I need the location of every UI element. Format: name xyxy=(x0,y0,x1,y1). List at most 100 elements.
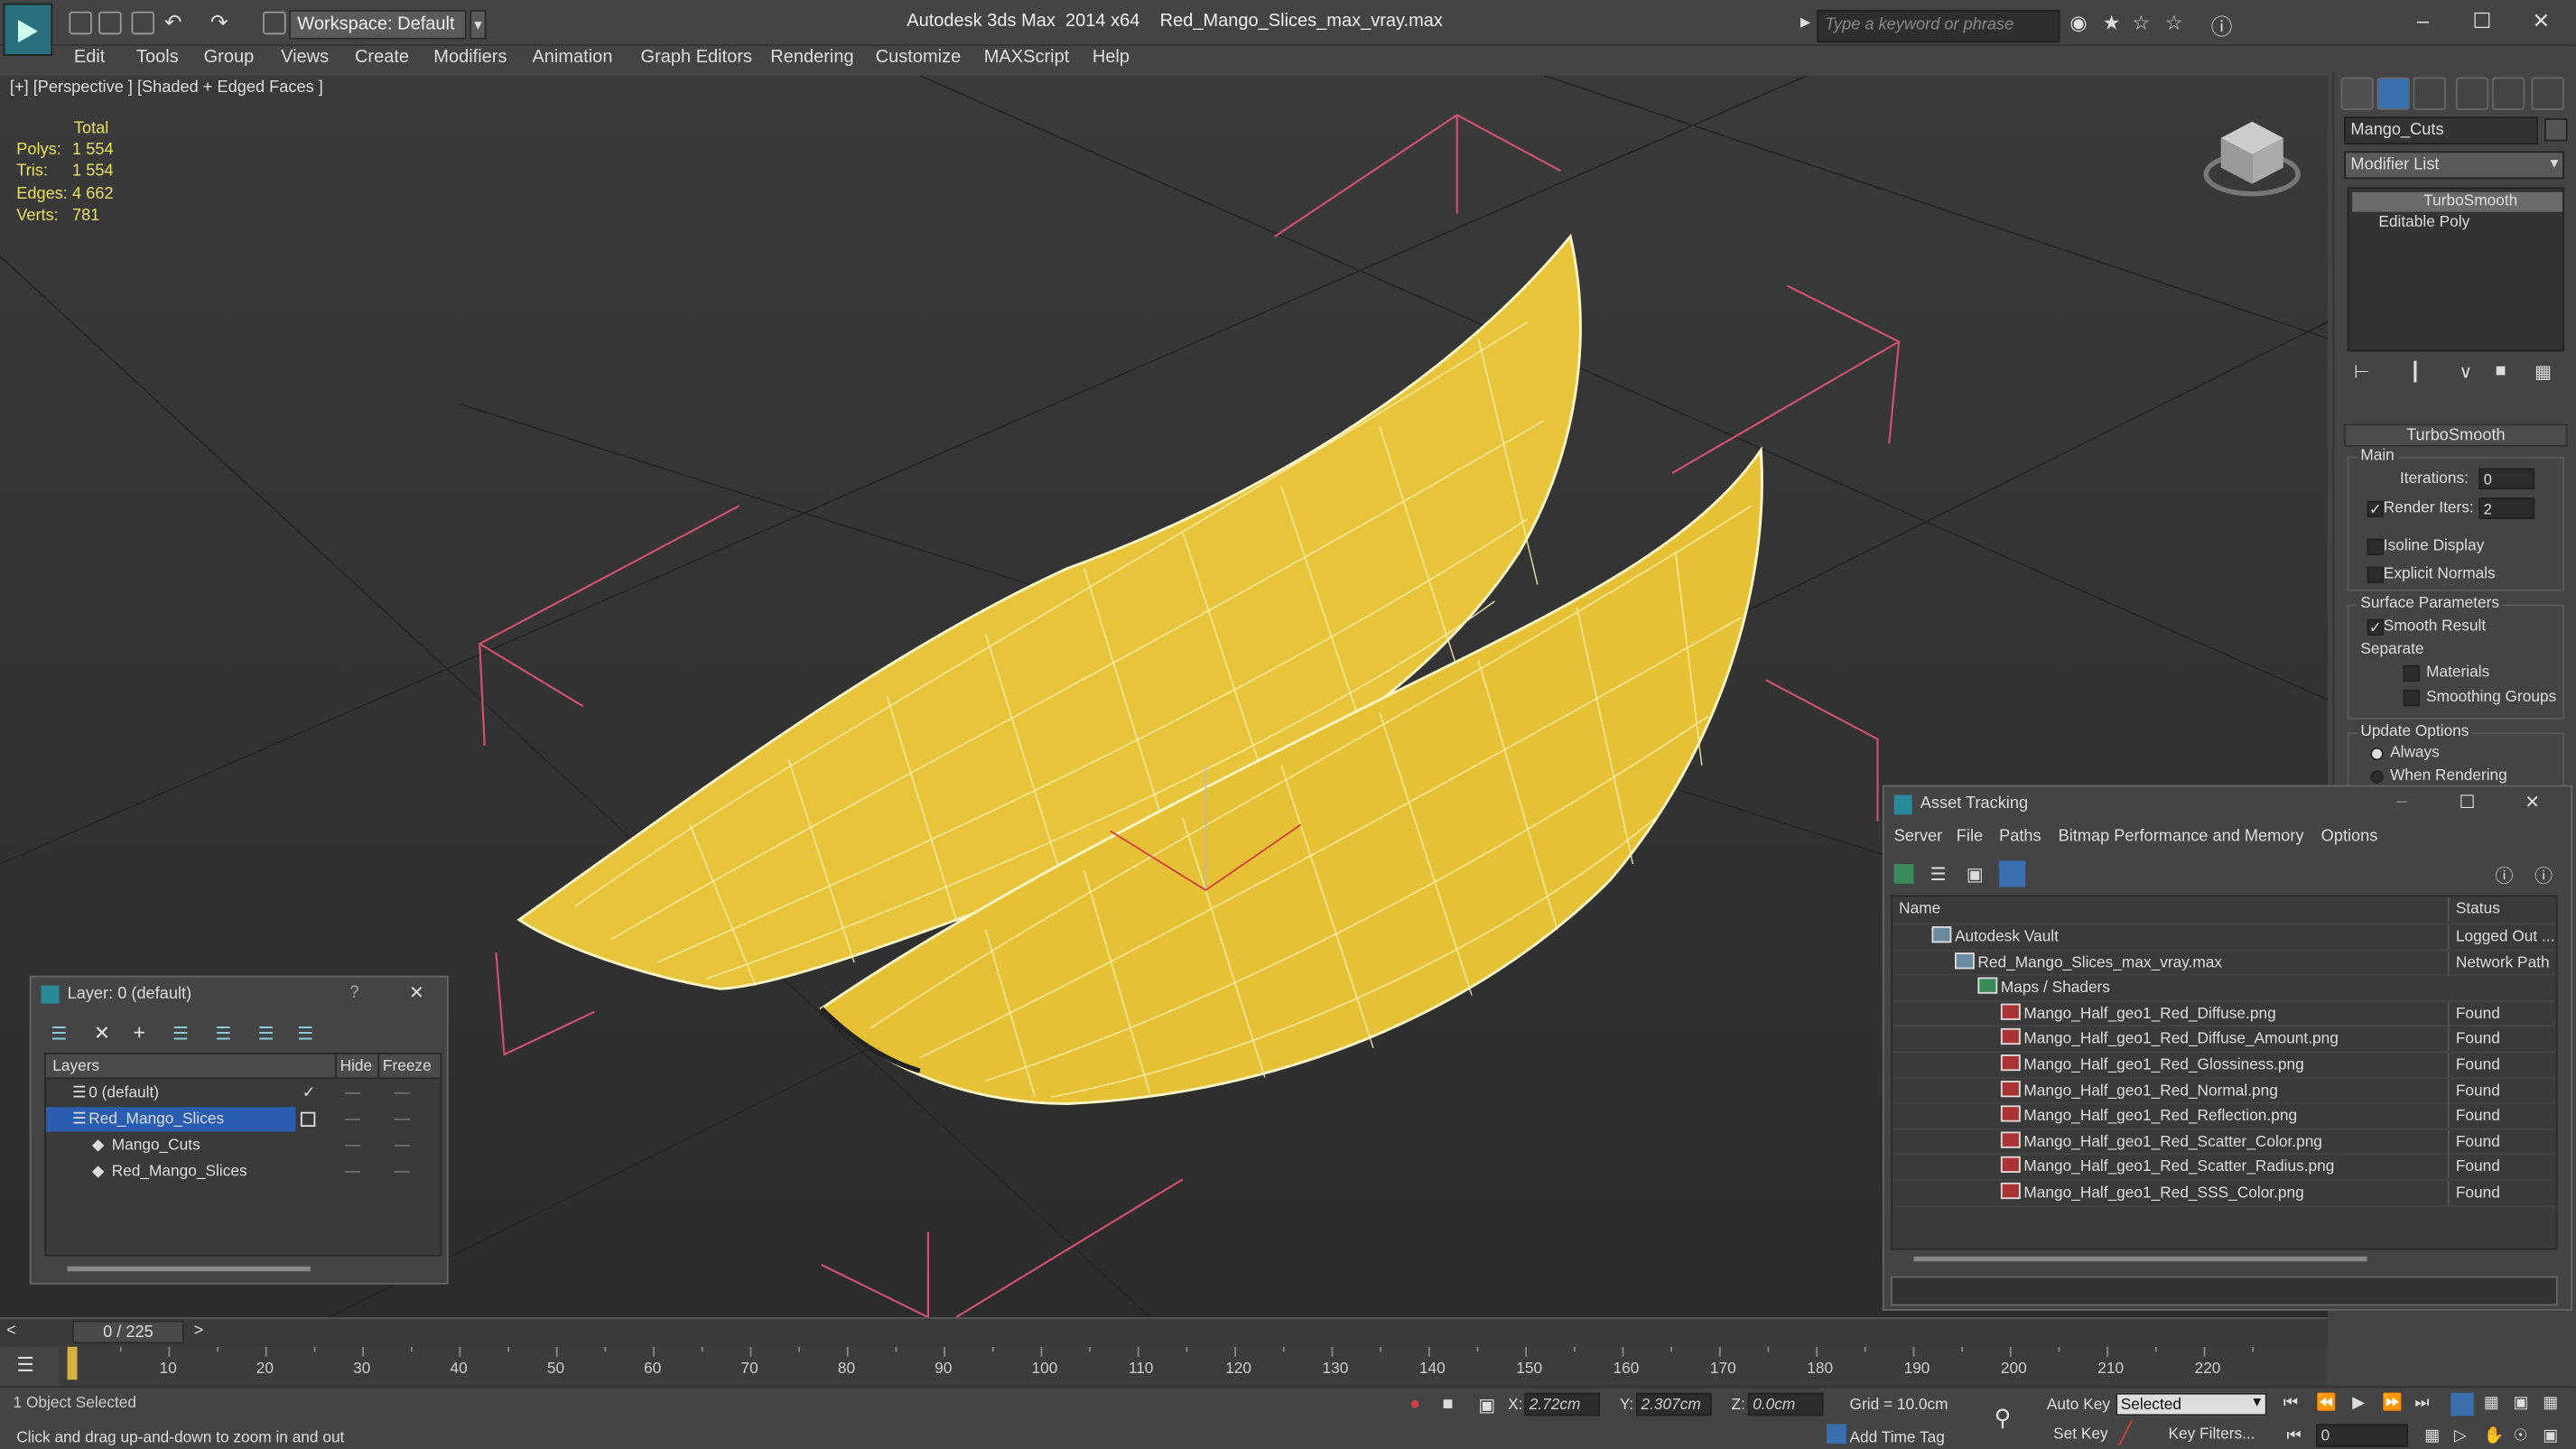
stack-item-turbosmooth[interactable]: TurboSmooth xyxy=(2352,191,2563,212)
search-input[interactable]: Type a keyword or phrase xyxy=(1817,9,2060,43)
remove-modifier-icon[interactable]: ■ xyxy=(2496,361,2506,381)
asset-row[interactable]: Red_Mango_Slices_max_vray.max Network Pat… xyxy=(1892,950,2556,977)
materials-checkbox[interactable] xyxy=(2403,664,2420,683)
menu-views[interactable]: Views xyxy=(281,48,329,68)
freeze-toggle[interactable]: — xyxy=(395,1159,410,1184)
viewport-label[interactable]: [+] [Perspective ] [Shaded + Edged Faces… xyxy=(10,79,323,97)
undo-icon[interactable]: ↶ xyxy=(164,10,182,36)
thumbnail-view-icon[interactable]: ▣ xyxy=(1967,864,1984,886)
play-icon[interactable]: ▶ xyxy=(2352,1395,2365,1413)
open-mini-curve-editor-icon[interactable]: ☰ xyxy=(16,1353,34,1376)
asset-window-title[interactable]: Asset Tracking xyxy=(1920,795,2028,813)
hide-toggle[interactable]: — xyxy=(345,1133,360,1157)
maximize-viewport-icon[interactable]: ▦ xyxy=(2543,1395,2558,1413)
asset-path-field[interactable] xyxy=(1891,1276,2558,1306)
chevron-down-icon[interactable]: ▼ xyxy=(2250,1395,2263,1409)
asset-row[interactable]: Maps / Shaders xyxy=(1892,976,2556,1002)
motion-tab-icon[interactable] xyxy=(2455,77,2489,110)
asset-minimize-button[interactable]: – xyxy=(2396,792,2406,812)
workspace-caret-icon[interactable]: ▼ xyxy=(470,9,487,40)
explicit-normals-checkbox[interactable] xyxy=(2367,566,2384,583)
asset-close-button[interactable]: ✕ xyxy=(2525,792,2540,813)
app-menu-logo-icon[interactable] xyxy=(3,3,53,56)
y-coordinate-field[interactable]: 2.307cm xyxy=(1636,1392,1712,1416)
freeze-toggle[interactable]: — xyxy=(395,1133,410,1157)
utilities-tab-icon[interactable] xyxy=(2531,77,2564,110)
add-to-layer-icon[interactable]: + xyxy=(133,1020,145,1045)
time-config-icon[interactable]: ⏮ xyxy=(2286,1427,2301,1445)
freeze-toggle[interactable]: — xyxy=(395,1081,410,1105)
turbosmooth-rollout-header[interactable]: TurboSmooth xyxy=(2344,423,2568,447)
isoline-display-checkbox[interactable] xyxy=(2367,538,2384,555)
project-folder-icon[interactable] xyxy=(263,11,286,35)
menu-animation[interactable]: Animation xyxy=(532,48,612,68)
asset-horizontal-scrollbar[interactable] xyxy=(1913,1256,2367,1262)
show-end-result-icon[interactable]: ┃ xyxy=(2410,361,2421,383)
time-slider-track[interactable]: < > xyxy=(0,1317,2328,1347)
layer-help-button[interactable]: ? xyxy=(350,984,359,1002)
layer-close-button[interactable]: ✕ xyxy=(409,982,424,1004)
add-time-tag-button[interactable]: Add Time Tag xyxy=(1850,1429,1945,1447)
favorites-icon[interactable]: ☆ xyxy=(2132,12,2150,34)
communication-center-icon[interactable]: ★ xyxy=(2103,12,2121,34)
menu-group[interactable]: Group xyxy=(204,48,255,68)
configure-sets-icon[interactable]: ▦ xyxy=(2534,361,2552,383)
menu-create[interactable]: Create xyxy=(355,48,409,68)
make-unique-icon[interactable]: ∨ xyxy=(2459,361,2472,383)
create-layer-icon[interactable]: ☰ xyxy=(51,1023,67,1045)
smooth-result-checkbox[interactable]: ✓ xyxy=(2367,618,2384,636)
render-iters-spinner[interactable]: 2 xyxy=(2478,497,2535,519)
when-rendering-radio[interactable] xyxy=(2370,770,2384,784)
help-icon[interactable]: ⓘ xyxy=(2211,10,2233,42)
asset-row[interactable]: Autodesk Vault Logged Out ... xyxy=(1892,924,2556,951)
previous-frame-icon[interactable]: < xyxy=(6,1323,16,1341)
hide-toggle[interactable]: — xyxy=(345,1159,360,1184)
active-layer-check-icon[interactable]: ✓ xyxy=(302,1081,315,1105)
save-file-icon[interactable] xyxy=(131,11,155,35)
menu-modifiers[interactable]: Modifiers xyxy=(433,48,507,68)
asset-row[interactable]: Mango_Half_geo1_Red_Scatter_Radius.png Fo… xyxy=(1892,1155,2556,1182)
asset-help2-icon[interactable]: ⓘ xyxy=(2534,862,2553,888)
asset-row[interactable]: Mango_Half_geo1_Red_Glossiness.png Found xyxy=(1892,1053,2556,1079)
key-mode-toggle-icon[interactable] xyxy=(2450,1392,2474,1416)
absolute-mode-icon[interactable]: ▣ xyxy=(1478,1395,1495,1416)
layer-row-mango-cuts[interactable]: ◆ Mango_Cuts — — xyxy=(46,1133,441,1157)
asset-row[interactable]: Mango_Half_geo1_Red_SSS_Color.png Found xyxy=(1892,1181,2556,1207)
asset-menu-file[interactable]: File xyxy=(1957,828,1983,846)
time-indicator[interactable] xyxy=(67,1346,78,1380)
asset-menu-paths[interactable]: Paths xyxy=(1999,828,2041,846)
go-to-start-icon[interactable]: ⏮ xyxy=(2283,1395,2298,1413)
next-frame-icon[interactable]: > xyxy=(194,1323,204,1341)
asset-row[interactable]: Mango_Half_geo1_Red_Normal.png Found xyxy=(1892,1078,2556,1104)
layer-row-red-mango-slices[interactable]: ☰ Red_Mango_Slices — — xyxy=(45,1107,441,1132)
set-key-icon[interactable]: ╱ xyxy=(2119,1421,2132,1447)
workspace-dropdown[interactable]: Workspace: Default xyxy=(289,9,467,40)
highlight-layer-icon[interactable]: ☰ xyxy=(215,1023,231,1045)
current-frame-field[interactable]: 0 xyxy=(2316,1424,2409,1447)
menu-rendering[interactable]: Rendering xyxy=(770,48,853,68)
asset-row[interactable]: Mango_Half_geo1_Red_Diffuse.png Found xyxy=(1892,1001,2556,1027)
hide-all-icon[interactable]: ☰ xyxy=(258,1023,274,1045)
stack-item-editable-poly[interactable]: Editable Poly xyxy=(2352,214,2562,234)
asset-menu-bitmap-performance[interactable]: Bitmap Performance and Memory xyxy=(2059,828,2304,846)
smoothing-groups-checkbox[interactable] xyxy=(2403,690,2420,707)
maximize-button[interactable]: ☐ xyxy=(2458,6,2507,36)
set-active-layer-icon[interactable] xyxy=(300,1111,316,1128)
close-button[interactable]: ✕ xyxy=(2516,6,2566,36)
menu-help[interactable]: Help xyxy=(1093,48,1130,68)
viewcube-icon[interactable] xyxy=(2201,112,2303,204)
track-bar[interactable]: 10 20 30 40 50 60 70 80 90 100 110 120 130 140 150 160 1… xyxy=(59,1346,2327,1387)
z-coordinate-field[interactable]: 0.0cm xyxy=(1747,1392,1824,1416)
menu-customize[interactable]: Customize xyxy=(876,48,962,68)
hide-toggle[interactable]: — xyxy=(345,1081,360,1105)
always-radio[interactable] xyxy=(2370,747,2384,761)
layer-window-title[interactable]: Layer: 0 (default) xyxy=(32,977,447,1013)
auto-key-button[interactable]: Auto Key xyxy=(2047,1396,2110,1414)
zoom-region-icon[interactable]: ▣ xyxy=(2514,1395,2529,1413)
layer-horizontal-scrollbar[interactable] xyxy=(67,1266,311,1272)
table-view-icon[interactable] xyxy=(1999,860,2026,887)
field-of-view-icon[interactable]: ▷ xyxy=(2454,1427,2467,1445)
new-file-icon[interactable] xyxy=(69,11,92,35)
star-icon[interactable]: ☆ xyxy=(2165,12,2183,34)
create-tab-icon[interactable] xyxy=(2340,77,2374,110)
